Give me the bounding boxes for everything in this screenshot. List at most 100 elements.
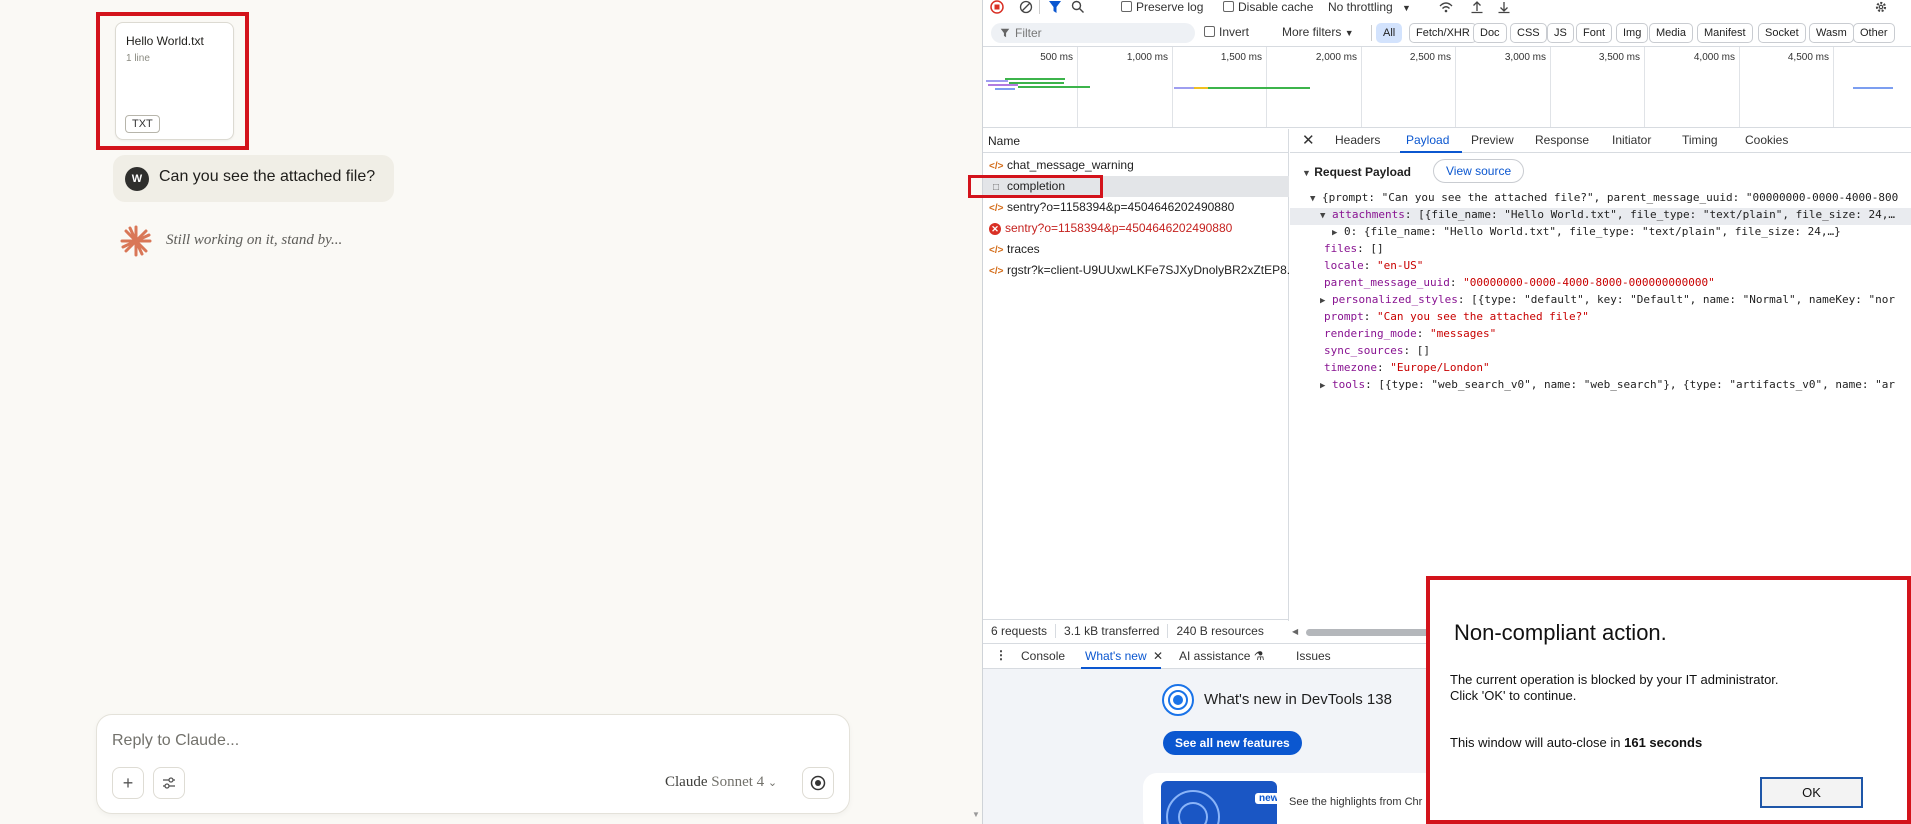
payload-value: "messages" (1429, 327, 1497, 340)
scroll-left-arrow-icon[interactable]: ◀ (1292, 627, 1298, 636)
model-name: Claude (665, 774, 708, 790)
payload-value: "00000000-0000-4000-8000-000000000000" (1463, 276, 1715, 289)
payload-attachments-line[interactable]: ▼ attachments: [{file_name: "Hello World… (1290, 208, 1911, 225)
highlights-card[interactable]: new See the highlights from Chr (1143, 773, 1443, 824)
preserve-log-checkbox[interactable]: Preserve log (1121, 0, 1203, 14)
reply-composer[interactable]: Reply to Claude... + Claude Sonnet 4 ⌄ (96, 714, 850, 814)
tab-cookies[interactable]: Cookies (1745, 133, 1788, 147)
payload-files-line: files: [] (1324, 242, 1384, 255)
type-filter-all[interactable]: All (1376, 23, 1403, 43)
filter-input[interactable]: Filter (991, 23, 1195, 43)
type-filter-font[interactable]: Font (1576, 23, 1613, 43)
ok-button[interactable]: OK (1760, 777, 1863, 808)
model-selector[interactable]: Claude Sonnet 4 ⌄ (665, 774, 777, 791)
timeline-tick-label: 2,000 ms (1315, 52, 1357, 63)
payload-styles-line[interactable]: ▶ personalized_styles: [{type: "default"… (1320, 293, 1911, 310)
timeline-tick-label: 4,000 ms (1693, 52, 1735, 63)
payload-value: "Europe/London" (1390, 361, 1490, 374)
tools-button[interactable] (153, 767, 185, 799)
type-filter-js[interactable]: JS (1547, 23, 1574, 43)
more-filters-dropdown[interactable]: More filters ▼ (1282, 25, 1354, 39)
import-har-icon[interactable] (1470, 0, 1484, 14)
network-timeline-overview[interactable]: 500 ms 1,000 ms 1,500 ms 2,000 ms 2,500 … (983, 46, 1911, 128)
close-icon[interactable]: ✕ (1302, 131, 1315, 149)
tab-ai-assistance[interactable]: AI assistance ⚗ (1179, 649, 1264, 663)
payload-key: locale (1324, 259, 1364, 272)
filter-funnel-icon[interactable] (1048, 0, 1062, 14)
type-filter-other[interactable]: Other (1853, 23, 1895, 43)
type-filter-manifest[interactable]: Manifest (1697, 23, 1753, 43)
timeline-bar (1018, 86, 1090, 88)
checkbox-box (1204, 26, 1215, 37)
payload-tools-line[interactable]: ▶ tools: [{type: "web_search_v0", name: … (1320, 378, 1911, 395)
payload-key: timezone (1324, 361, 1377, 374)
fetch-icon: </> (989, 203, 1004, 214)
add-attachment-button[interactable]: + (112, 767, 144, 799)
type-filter-css[interactable]: CSS (1510, 23, 1547, 43)
type-filter-socket[interactable]: Socket (1758, 23, 1806, 43)
request-row[interactable]: ✕ sentry?o=1158394&p=4504646202490880 (983, 218, 1289, 239)
type-filter-doc[interactable]: Doc (1473, 23, 1507, 43)
timeline-bar (1853, 87, 1893, 89)
search-icon[interactable] (1071, 0, 1085, 14)
tab-preview[interactable]: Preview (1471, 133, 1514, 147)
tab-console[interactable]: Console (1021, 649, 1065, 663)
disable-cache-checkbox[interactable]: Disable cache (1223, 0, 1313, 14)
tab-initiator[interactable]: Initiator (1612, 133, 1651, 147)
reply-input[interactable]: Reply to Claude... (112, 732, 239, 750)
request-row[interactable]: </> rgstr?k=client-U9UUxwLKFe7SJXyDnolyBR… (983, 260, 1289, 281)
tab-issues[interactable]: Issues (1296, 649, 1331, 663)
timeline-tick-label: 1,500 ms (1220, 52, 1262, 63)
type-filter-wasm[interactable]: Wasm (1809, 23, 1854, 43)
request-payload-header[interactable]: ▼ Request Payload (1302, 165, 1411, 179)
invert-checkbox[interactable]: Invert (1204, 25, 1249, 39)
dialog-countdown: This window will auto-close in 161 secon… (1450, 735, 1702, 750)
filter-bar: Filter Invert More filters ▼ All Fetch/X… (983, 20, 1911, 46)
payload-timezone-line: timezone: "Europe/London" (1324, 361, 1490, 374)
type-filter-img[interactable]: Img (1616, 23, 1649, 43)
voice-mode-button[interactable] (802, 767, 834, 799)
network-conditions-icon[interactable] (1438, 0, 1454, 14)
request-row[interactable]: </> chat_message_warning (983, 155, 1289, 176)
stop-recording-icon[interactable] (990, 0, 1004, 14)
tab-whats-new[interactable]: What's new (1085, 649, 1147, 663)
tab-headers[interactable]: Headers (1335, 133, 1380, 147)
tab-response[interactable]: Response (1535, 133, 1589, 147)
payload-value: "Can you see the attached file?" (1377, 310, 1589, 323)
filter-funnel-icon (1000, 28, 1010, 38)
payload-attachment-0-line[interactable]: ▶ 0: {file_name: "Hello World.txt", file… (1332, 225, 1911, 242)
export-har-icon[interactable] (1497, 0, 1511, 14)
sliders-icon (163, 777, 175, 789)
see-all-features-button[interactable]: See all new features (1163, 731, 1302, 755)
attachment-highlight-box (96, 12, 249, 150)
tab-timing[interactable]: Timing (1682, 133, 1718, 147)
request-row[interactable]: </> sentry?o=1158394&p=4504646202490880 (983, 197, 1289, 218)
record-icon (810, 775, 826, 791)
timeline-tick-label: 4,500 ms (1787, 52, 1829, 63)
preserve-log-label: Preserve log (1136, 0, 1204, 14)
payload-root-line[interactable]: ▼ {prompt: "Can you see the attached fil… (1310, 191, 1911, 208)
payload-key: prompt (1324, 310, 1364, 323)
close-icon[interactable]: ✕ (1153, 649, 1163, 663)
countdown-value: 161 seconds (1624, 735, 1703, 750)
throttling-select[interactable]: No throttling ▼ (1328, 0, 1411, 14)
chrome-devtools-logo-icon (1166, 790, 1220, 824)
payload-root-text: {prompt: "Can you see the attached file?… (1322, 191, 1899, 204)
type-filter-fetch-xhr[interactable]: Fetch/XHR (1409, 23, 1477, 43)
checkbox-box (1223, 1, 1234, 12)
payload-rendering-line: rendering_mode: "messages" (1324, 327, 1497, 340)
timeline-bar (1005, 78, 1065, 80)
gear-icon[interactable] (1874, 0, 1888, 14)
highlights-text: See the highlights from Chr (1289, 796, 1423, 808)
tab-payload[interactable]: Payload (1406, 133, 1449, 147)
completion-highlight-box (968, 175, 1103, 198)
kebab-menu-icon[interactable]: ⋮ (995, 648, 1007, 662)
expand-triangle-icon: ▼ (1302, 168, 1311, 178)
type-filter-media[interactable]: Media (1649, 23, 1693, 43)
clear-icon[interactable] (1019, 0, 1033, 14)
request-row[interactable]: </> traces (983, 239, 1289, 260)
name-column-header[interactable]: Name (983, 129, 1289, 153)
expand-triangle-icon: ▼ (1310, 194, 1316, 204)
scroll-down-arrow-icon[interactable]: ▼ (972, 810, 980, 819)
view-source-button[interactable]: View source (1433, 159, 1525, 183)
